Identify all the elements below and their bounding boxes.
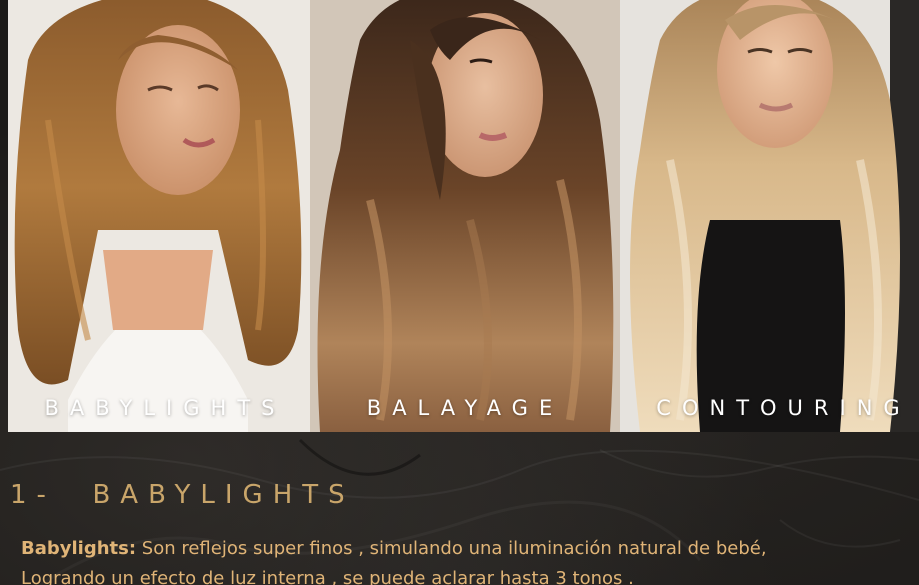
babylights-photo [8, 0, 310, 432]
gallery-item-babylights[interactable]: BABYLIGHTS [8, 0, 310, 432]
description-term: Babylights: [21, 538, 137, 559]
gallery-item-contouring[interactable]: CONTOURING [620, 0, 919, 432]
description-text-1: Son reflejos super finos , simulando una… [136, 538, 767, 559]
contouring-caption: CONTOURING [656, 396, 911, 420]
description-line-2: Logrando un efecto de luz interna , se p… [21, 568, 634, 585]
page: BABYLIGHTS BALAYAGE CONTOURING 1- BABYLI… [0, 0, 919, 585]
section-number: 1- [10, 480, 56, 510]
balayage-caption: BALAYAGE [366, 396, 564, 420]
section-heading: 1- BABYLIGHTS [10, 480, 355, 510]
babylights-caption: BABYLIGHTS [44, 396, 286, 420]
section-description: Babylights: Son reflejos super finos , s… [21, 534, 911, 585]
section-title: BABYLIGHTS [92, 480, 355, 510]
description-line-1: Babylights: Son reflejos super finos , s… [21, 534, 911, 564]
balayage-photo [310, 0, 620, 432]
contouring-photo [620, 0, 919, 432]
gallery-item-balayage[interactable]: BALAYAGE [310, 0, 620, 432]
hair-style-gallery: BABYLIGHTS BALAYAGE CONTOURING [8, 0, 919, 432]
